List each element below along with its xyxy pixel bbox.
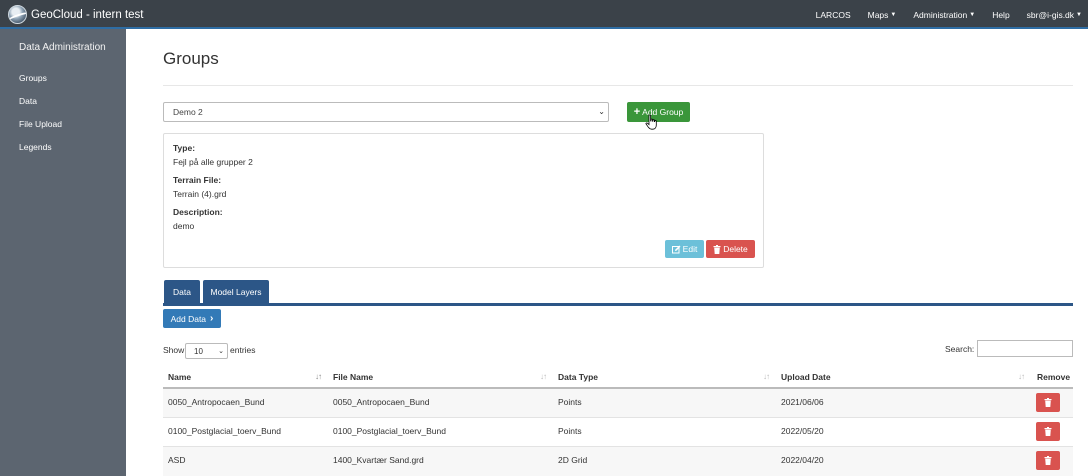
trash-icon — [1044, 398, 1052, 407]
nav-administration-dropdown[interactable]: Administration ▼ — [913, 10, 975, 20]
tab-model-layers-label: Model Layers — [210, 287, 262, 297]
cell-file-name: 0050_Antropocaen_Bund — [333, 397, 430, 407]
cell-file-name: 0100_Postglacial_toerv_Bund — [333, 426, 446, 436]
cell-data-type: 2D Grid — [558, 455, 588, 465]
delete-label: Delete — [723, 244, 748, 254]
tab-divider — [163, 303, 1073, 306]
page-title: Groups — [163, 49, 219, 68]
nav-help-label: Help — [992, 9, 1010, 20]
nav-maps-dropdown[interactable]: Maps ▼ — [868, 10, 897, 20]
cell-name: 0050_Antropocaen_Bund — [168, 397, 265, 407]
terrain-file-value: Terrain (4).grd — [173, 189, 227, 199]
sort-ascending-icon[interactable]: ↓↑ — [315, 372, 322, 381]
cell-file-name: 1400_Kvartær Sand.grd — [333, 455, 424, 465]
nav-larcos-label: LARCOS — [815, 9, 851, 20]
sidebar: Data Administration Groups Data File Upl… — [0, 29, 126, 476]
caret-down-icon: ▼ — [969, 11, 976, 18]
tab-data[interactable]: Data — [164, 280, 200, 304]
table-row: 0050_Antropocaen_Bund 0050_Antropocaen_B… — [163, 389, 1073, 418]
table-row: 0100_Postglacial_toerv_Bund 0100_Postgla… — [163, 418, 1073, 447]
sidebar-item-data[interactable]: Data — [19, 96, 37, 106]
sidebar-title: Data Administration — [19, 42, 106, 53]
nav-larcos[interactable]: LARCOS — [816, 10, 851, 20]
chevron-down-icon: ⌄ — [218, 348, 224, 355]
add-group-button[interactable]: + Add Group — [627, 102, 690, 122]
add-data-button[interactable]: Add Data › — [163, 309, 221, 328]
brand[interactable]: GeoCloud - intern test — [8, 5, 144, 24]
sort-icon[interactable]: ↓↑ — [763, 372, 770, 381]
group-select[interactable]: Demo 2 ⌄ — [163, 102, 609, 122]
chevron-right-icon: › — [210, 313, 214, 324]
sidebar-item-groups[interactable]: Groups — [19, 73, 47, 83]
cell-name: 0100_Postglacial_toerv_Bund — [168, 426, 281, 436]
tab-data-label: Data — [173, 287, 191, 297]
entries-label: entries — [230, 345, 256, 355]
edit-label: Edit — [682, 244, 698, 254]
plus-icon: + — [633, 105, 641, 118]
type-label: Type: — [173, 143, 196, 153]
sidebar-item-legends[interactable]: Legends — [19, 142, 52, 152]
group-select-value: Demo 2 — [173, 107, 203, 117]
cell-upload-date: 2022/04/20 — [781, 455, 824, 465]
cell-upload-date: 2021/06/06 — [781, 397, 824, 407]
cell-data-type: Points — [558, 426, 582, 436]
description-label: Description: — [173, 207, 223, 217]
add-data-label: Add Data — [170, 313, 207, 324]
description-value: demo — [173, 221, 195, 231]
column-header-file-name[interactable]: File Name — [333, 372, 373, 382]
divider — [163, 85, 1073, 86]
remove-button[interactable] — [1036, 451, 1060, 470]
hand-cursor-icon — [645, 114, 657, 130]
globe-logo-icon — [8, 5, 27, 24]
nav-user-label: sbr@i-gis.dk — [1026, 9, 1075, 20]
sort-icon[interactable]: ↓↑ — [540, 372, 547, 381]
remove-button[interactable] — [1036, 422, 1060, 441]
table-row: ASD 1400_Kvartær Sand.grd 2D Grid 2022/0… — [163, 447, 1073, 476]
column-header-name[interactable]: Name — [168, 372, 191, 382]
cell-name: ASD — [168, 455, 186, 465]
entries-value: 10 — [194, 347, 203, 356]
caret-down-icon: ▼ — [890, 11, 897, 18]
app-title: GeoCloud - intern test — [31, 8, 144, 21]
nav-administration-label: Administration — [913, 9, 968, 20]
entries-select[interactable]: 10 ⌄ — [185, 343, 228, 359]
cell-upload-date: 2022/05/20 — [781, 426, 824, 436]
cell-data-type: Points — [558, 397, 582, 407]
chevron-down-icon: ⌄ — [598, 107, 605, 116]
delete-button[interactable]: Delete — [706, 240, 755, 258]
type-value: Fejl på alle grupper 2 — [173, 157, 253, 167]
column-header-upload-date[interactable]: Upload Date — [781, 372, 831, 382]
search-input[interactable] — [977, 340, 1073, 357]
top-navbar: GeoCloud - intern test LARCOS Maps ▼ Admi… — [0, 0, 1088, 29]
column-header-data-type[interactable]: Data Type — [558, 372, 598, 382]
search-label: Search: — [945, 344, 975, 354]
remove-button[interactable] — [1036, 393, 1060, 412]
trash-icon — [713, 244, 721, 254]
sidebar-item-file-upload[interactable]: File Upload — [19, 119, 62, 129]
edit-icon — [671, 245, 681, 253]
trash-icon — [1044, 427, 1052, 436]
trash-icon — [1044, 456, 1052, 465]
show-label: Show — [163, 345, 185, 355]
terrain-file-label: Terrain File: — [173, 175, 222, 185]
nav-help[interactable]: Help — [992, 10, 1009, 20]
nav-maps-label: Maps — [867, 9, 889, 20]
caret-down-icon: ▼ — [1076, 11, 1082, 18]
edit-button[interactable]: Edit — [665, 240, 704, 258]
tab-model-layers[interactable]: Model Layers — [203, 280, 269, 304]
column-header-remove: Remove — [1037, 372, 1071, 382]
sort-icon[interactable]: ↓↑ — [1018, 372, 1025, 381]
nav-user-dropdown[interactable]: sbr@i-gis.dk ▼ — [1027, 10, 1082, 20]
